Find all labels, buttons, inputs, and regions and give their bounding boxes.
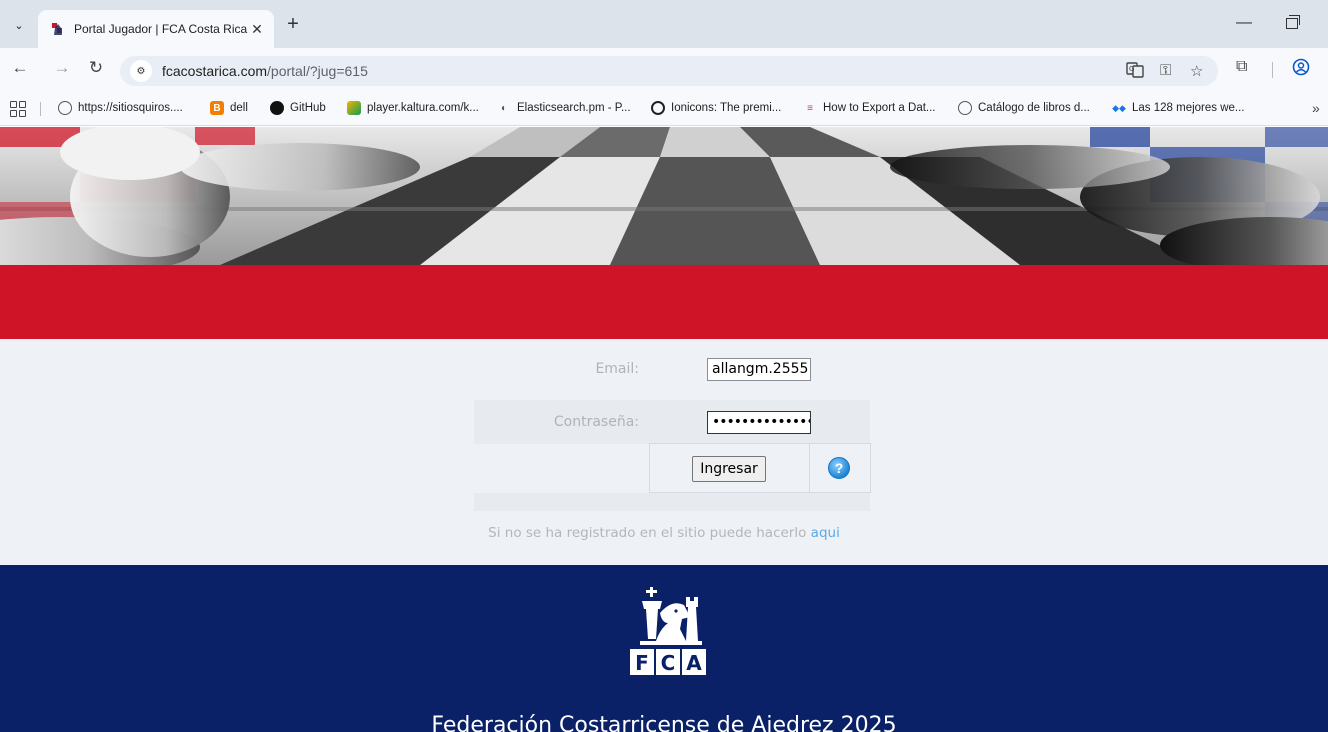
- fca-chess-logo-icon: F C A: [630, 587, 706, 675]
- bookmark-item[interactable]: ◆◆ Las 128 mejores we...: [1112, 101, 1244, 115]
- bookmark-item[interactable]: player.kaltura.com/k...: [347, 101, 479, 115]
- url-path: /portal/?jug=615: [267, 63, 368, 79]
- forward-arrow-icon[interactable]: →: [50, 58, 74, 78]
- svg-text:G: G: [1129, 65, 1134, 73]
- login-form: Email: allangm.2555 Contraseña: ••••••••…: [0, 339, 1328, 565]
- new-tab-plus-icon[interactable]: +: [282, 14, 304, 36]
- globe-icon: [958, 101, 972, 115]
- back-arrow-icon[interactable]: ←: [8, 58, 32, 78]
- bookmarks-bar: https://sitiosquiros.... B dell GitHub p…: [0, 92, 1328, 126]
- email-input[interactable]: allangm.2555: [707, 358, 811, 381]
- chess-hero-banner: [0, 127, 1328, 265]
- bookmark-item[interactable]: Ionicons: The premi...: [651, 101, 781, 115]
- register-text: Si no se ha registrado en el sitio puede…: [488, 525, 811, 541]
- ingresar-button[interactable]: Ingresar: [692, 456, 766, 482]
- ionicons-icon: [651, 101, 665, 115]
- fca-favicon-icon: [50, 21, 66, 37]
- address-bar[interactable]: ⚙ fcacostarica.com /portal/?jug=615 G ⚿ …: [120, 56, 1218, 86]
- github-icon: [270, 101, 284, 115]
- bookmark-star-icon[interactable]: ☆: [1190, 62, 1203, 80]
- help-question-icon[interactable]: ?: [828, 457, 850, 479]
- tab-search-chevron-icon[interactable]: ⌄: [8, 14, 30, 36]
- extensions-puzzle-icon[interactable]: ⧉: [1236, 58, 1247, 76]
- translate-icon[interactable]: G: [1126, 62, 1144, 82]
- bookmark-item[interactable]: B dell: [210, 101, 248, 115]
- url-domain: fcacostarica.com: [162, 63, 268, 79]
- site-info-tune-icon[interactable]: ⚙: [130, 60, 152, 82]
- window-minimize-icon[interactable]: —: [1236, 14, 1252, 32]
- globe-icon: [58, 101, 72, 115]
- tab-close-icon[interactable]: ✕: [248, 21, 266, 38]
- logo-letter-c: C: [661, 651, 676, 675]
- password-key-icon[interactable]: ⚿: [1160, 62, 1171, 79]
- site-footer: F C A Federación Costarricense de Ajedre…: [0, 565, 1328, 732]
- browser-tab-strip: ⌄ Portal Jugador | FCA Costa Rica ✕ + —: [0, 0, 1328, 48]
- logo-letter-a: A: [686, 651, 702, 675]
- register-prompt: Si no se ha registrado en el sitio puede…: [0, 525, 1328, 541]
- register-link[interactable]: aqui: [811, 525, 840, 541]
- browser-toolbar: ← → ↻ ⚙ fcacostarica.com /portal/?jug=61…: [0, 48, 1328, 92]
- bookmark-item[interactable]: https://sitiosquiros....: [58, 101, 183, 115]
- bookmark-item[interactable]: ◐ Elasticsearch.pm - P...: [497, 101, 631, 115]
- logo-letter-f: F: [635, 651, 649, 675]
- email-label: Email:: [595, 361, 639, 377]
- reload-icon[interactable]: ↻: [84, 58, 108, 78]
- bookmarks-divider: [40, 102, 41, 116]
- bookmark-item[interactable]: ≡ How to Export a Dat...: [803, 101, 935, 115]
- blogger-icon: B: [210, 101, 224, 115]
- export-icon: ≡: [807, 102, 813, 114]
- profile-avatar-icon[interactable]: [1292, 58, 1310, 81]
- red-header-band: [0, 265, 1328, 339]
- more-bookmarks-chevron-icon[interactable]: »: [1312, 100, 1320, 116]
- form-footer-row-background: [474, 493, 870, 511]
- kaltura-icon: [347, 101, 361, 115]
- active-tab[interactable]: Portal Jugador | FCA Costa Rica ✕: [38, 10, 274, 48]
- toolbar-divider: [1272, 62, 1273, 78]
- footer-title: Federación Costarricense de Ajedrez 2025: [431, 713, 897, 732]
- apps-grid-icon[interactable]: [10, 101, 26, 117]
- password-input[interactable]: ••••••••••••••: [707, 411, 811, 434]
- bookmark-icon: ◆◆: [1112, 102, 1126, 113]
- chessboard-image: [0, 127, 1328, 265]
- window-restore-icon[interactable]: [1286, 15, 1300, 29]
- password-label: Contraseña:: [553, 414, 639, 430]
- bookmark-item[interactable]: Catálogo de libros d...: [958, 101, 1090, 115]
- bookmark-item[interactable]: GitHub: [270, 101, 326, 115]
- elastic-icon: ◐: [500, 102, 508, 114]
- tab-title: Portal Jugador | FCA Costa Rica: [74, 22, 248, 36]
- cell-divider: [809, 443, 810, 493]
